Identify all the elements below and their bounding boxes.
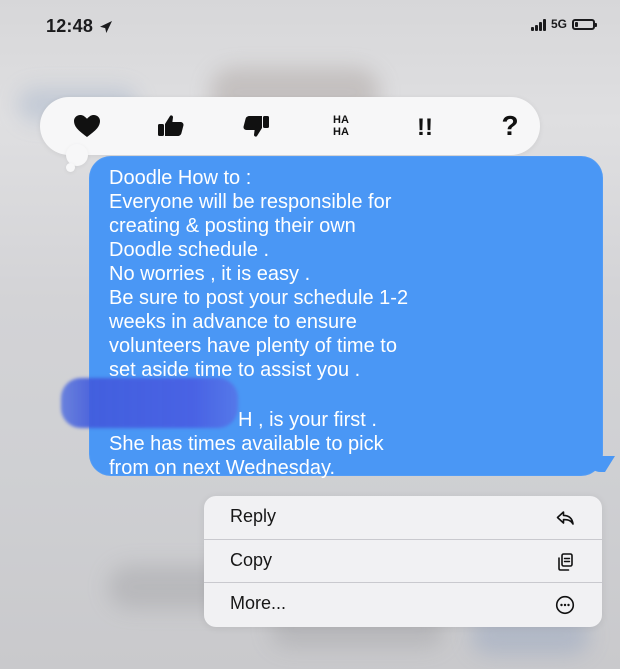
location-icon (99, 20, 113, 34)
message-line: weeks in advance to ensure (109, 311, 357, 333)
battery-icon (572, 18, 597, 30)
message-line: No worries , it is easy . (109, 263, 311, 285)
signal-icon (530, 18, 546, 31)
menu-item-more[interactable]: More... (204, 583, 602, 627)
message-line: from on next Wednesday. (109, 457, 336, 479)
menu-item-label: Reply (230, 506, 277, 526)
thumbs-up-icon[interactable] (148, 105, 194, 147)
haha-bottom-label: HA (333, 126, 349, 138)
message-line: Everyone will be responsible for (109, 191, 392, 213)
message-line: She has times available to pick (109, 433, 384, 455)
menu-item-label: Copy (230, 549, 273, 570)
message-line: Doodle How to : (109, 167, 252, 189)
message-line: Doodle schedule . (109, 239, 270, 261)
redaction-mark (61, 378, 238, 428)
heart-icon[interactable] (64, 105, 110, 147)
double-exclamation-icon[interactable]: !! (402, 105, 448, 147)
status-indicators: 5G (530, 17, 597, 31)
message-line: Be sure to post your schedule 1-2 (109, 287, 409, 309)
message-text: Doodle How to : Everyone will be respons… (109, 166, 577, 480)
copy-icon (554, 551, 576, 573)
menu-item-copy[interactable]: Copy (204, 540, 602, 584)
reaction-tail-dot (66, 163, 75, 172)
status-time: 12:48 (46, 16, 94, 36)
message-tail (587, 456, 615, 472)
message-screen: 12:48 5G HA HA !! ? Doodle How to: Ever… (0, 0, 620, 669)
menu-item-label: More... (230, 593, 287, 614)
status-bar: 12:48 5G (0, 0, 620, 58)
double-exclamation-label: !! (417, 114, 433, 141)
message-line: volunteers have plenty of time to (109, 335, 397, 357)
message-line: creating & posting their own (109, 215, 356, 237)
status-time-group: 12:48 (46, 16, 113, 37)
reply-icon (554, 507, 576, 529)
haha-top-label: HA (333, 114, 349, 126)
question-label: ? (501, 111, 518, 141)
message-bubble[interactable]: Doodle How to : Everyone will be respons… (89, 156, 615, 479)
network-label: 5G (550, 17, 567, 31)
haha-icon[interactable]: HA HA (318, 105, 364, 147)
menu-item-reply[interactable]: Reply (204, 496, 602, 540)
message-context-menu: Reply Copy More... (204, 496, 602, 627)
reaction-bar: HA HA !! ? (40, 97, 540, 155)
thumbs-down-icon[interactable] (233, 105, 279, 147)
battery-level (575, 21, 579, 27)
question-icon[interactable]: ? (487, 105, 533, 147)
more-icon (554, 594, 576, 616)
